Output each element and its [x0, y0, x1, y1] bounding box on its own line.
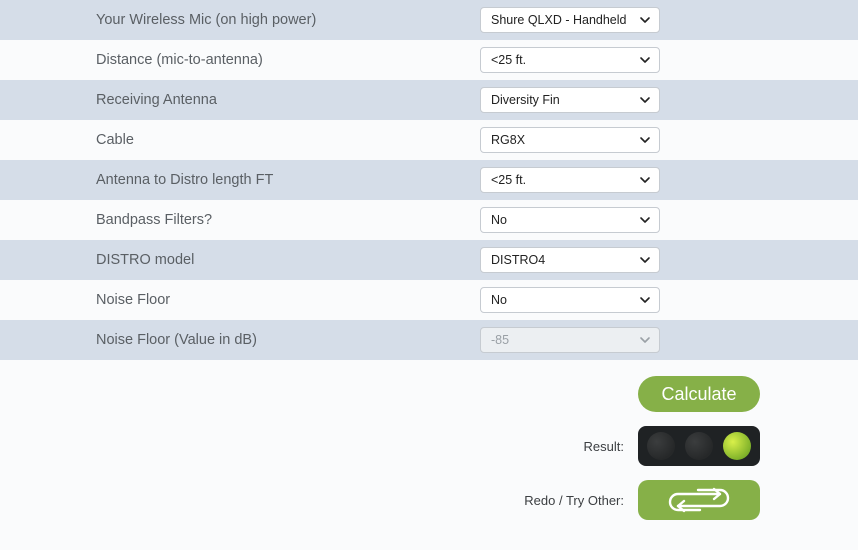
chevron-down-icon: [639, 174, 651, 186]
form-row-distance: Distance (mic-to-antenna) <25 ft.: [0, 40, 858, 80]
form-row-wireless-mic: Your Wireless Mic (on high power) Shure Q…: [0, 0, 858, 40]
select-cable[interactable]: RG8X: [480, 127, 660, 153]
label-antenna-distro-length: Antenna to Distro length FT: [0, 172, 480, 188]
select-distance[interactable]: <25 ft.: [480, 47, 660, 73]
chevron-down-icon: [639, 94, 651, 106]
select-value-receiving-antenna: Diversity Fin: [491, 93, 560, 107]
select-bandpass-filters[interactable]: No: [480, 207, 660, 233]
label-distance: Distance (mic-to-antenna): [0, 52, 480, 68]
select-value-noise-floor-db: -85: [491, 333, 509, 347]
form-container: Your Wireless Mic (on high power) Shure Q…: [0, 0, 858, 534]
calculate-button[interactable]: Calculate: [638, 376, 760, 412]
chevron-down-icon: [639, 294, 651, 306]
form-row-antenna-distro-length: Antenna to Distro length FT <25 ft.: [0, 160, 858, 200]
label-noise-floor-db: Noise Floor (Value in dB): [0, 332, 480, 348]
redo-line: Redo / Try Other:: [524, 480, 760, 520]
select-receiving-antenna[interactable]: Diversity Fin: [480, 87, 660, 113]
redo-label: Redo / Try Other:: [524, 493, 624, 508]
chevron-down-icon: [639, 14, 651, 26]
select-value-distance: <25 ft.: [491, 53, 526, 67]
select-distro-model[interactable]: DISTRO4: [480, 247, 660, 273]
select-noise-floor-db: -85: [480, 327, 660, 353]
chevron-down-icon: [639, 134, 651, 146]
select-value-distro-model: DISTRO4: [491, 253, 545, 267]
label-bandpass-filters: Bandpass Filters?: [0, 212, 480, 228]
select-value-bandpass-filters: No: [491, 213, 507, 227]
result-line: Result:: [584, 426, 760, 466]
label-wireless-mic: Your Wireless Mic (on high power): [0, 12, 480, 28]
chevron-down-icon: [639, 334, 651, 346]
redo-icon: [660, 485, 738, 515]
select-value-cable: RG8X: [491, 133, 525, 147]
result-label: Result:: [584, 439, 624, 454]
form-row-noise-floor: Noise Floor No: [0, 280, 858, 320]
select-value-noise-floor: No: [491, 293, 507, 307]
traffic-dot-red: [647, 432, 675, 460]
form-row-distro-model: DISTRO model DISTRO4: [0, 240, 858, 280]
chevron-down-icon: [639, 254, 651, 266]
select-noise-floor[interactable]: No: [480, 287, 660, 313]
form-row-receiving-antenna: Receiving Antenna Diversity Fin: [0, 80, 858, 120]
redo-button[interactable]: [638, 480, 760, 520]
traffic-dot-green: [723, 432, 751, 460]
label-receiving-antenna: Receiving Antenna: [0, 92, 480, 108]
traffic-light-result: [638, 426, 760, 466]
label-distro-model: DISTRO model: [0, 252, 480, 268]
select-value-wireless-mic: Shure QLXD - Handheld: [491, 13, 627, 27]
form-row-noise-floor-db: Noise Floor (Value in dB) -85: [0, 320, 858, 360]
label-noise-floor: Noise Floor: [0, 292, 480, 308]
footer: Calculate Result: Redo / Try Other:: [0, 360, 858, 534]
form-row-bandpass-filters: Bandpass Filters? No: [0, 200, 858, 240]
form-row-cable: Cable RG8X: [0, 120, 858, 160]
select-value-antenna-distro-length: <25 ft.: [491, 173, 526, 187]
traffic-dot-yellow: [685, 432, 713, 460]
chevron-down-icon: [639, 54, 651, 66]
select-antenna-distro-length[interactable]: <25 ft.: [480, 167, 660, 193]
chevron-down-icon: [639, 214, 651, 226]
select-wireless-mic[interactable]: Shure QLXD - Handheld: [480, 7, 660, 33]
label-cable: Cable: [0, 132, 480, 148]
